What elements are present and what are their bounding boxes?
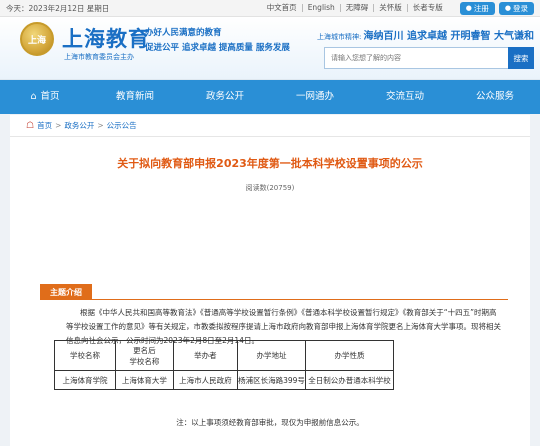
search-input[interactable] [324, 47, 508, 69]
nav-item-one-stop-service[interactable]: 一网通办 [270, 80, 360, 114]
link-care-version[interactable]: 关怀版 [373, 4, 407, 12]
city-spirit-label: 上海城市精神: [316, 33, 362, 41]
search-bar: 搜索 [324, 47, 534, 69]
footnote: 注：以上事项须经教育部审批，现仅为申报前信息公示。 [176, 418, 364, 427]
main-nav: ⌂ 首页 教育新闻 政务公开 一网通办 交流互动 公众服务 [0, 80, 540, 114]
table-header: 更名后 学校名称 [115, 340, 174, 371]
home-icon: ⌂ [30, 91, 37, 102]
header-renamed-line1: 更名后 [133, 345, 156, 355]
breadcrumb-announcements[interactable]: 公示公告 [107, 120, 137, 131]
slogan-primary: 办好人民满意的教育 [145, 28, 222, 38]
slogan-secondary: 促进公平 追求卓越 提高质量 服务发展 [145, 43, 290, 53]
table-cell: 全日制公办普通本科学校 [304, 370, 395, 390]
article-title: 关于拟向教育部申报2023年度第一批本科学校设置事项的公示 [117, 157, 423, 170]
table-row: 上海体育学院 上海体育大学 上海市人民政府 杨浦区长海路399号 全日制公办普通… [53, 370, 395, 390]
section-divider [40, 299, 508, 300]
nav-item-government-affairs[interactable]: 政务公开 [180, 80, 270, 114]
section-heading: 主题介绍 [40, 284, 92, 300]
search-button[interactable]: 搜索 [508, 47, 534, 69]
link-english[interactable]: English [301, 4, 340, 12]
register-button[interactable]: ● 注册 [459, 1, 495, 15]
school-info-table: 学校名称 更名后 学校名称 举办者 办学地址 办学性质 上海体育学院 上海体育大学… [53, 340, 395, 390]
table-cell: 杨浦区长海路399号 [237, 370, 306, 390]
user-icon: ● [465, 4, 472, 12]
lock-icon: ● [504, 4, 511, 12]
top-links: 中文首页 English 无障碍 关怀版 长者专版 [262, 4, 448, 12]
city-spirit: 上海城市精神: 海纳百川 追求卓越 开明睿智 大气谦和 [317, 27, 534, 42]
city-spirit-text: 海纳百川 追求卓越 开明睿智 大气谦和 [363, 31, 534, 42]
header-renamed-line2: 学校名称 [129, 356, 160, 366]
location-icon: ☖ [26, 120, 35, 131]
breadcrumb-separator: > [97, 121, 104, 130]
breadcrumb-home[interactable]: 首页 [37, 120, 52, 131]
current-date: 今天：2023年2月12日 星期日 [6, 3, 110, 13]
table-header: 办学性质 [304, 340, 395, 371]
nav-item-education-news[interactable]: 教育新闻 [90, 80, 180, 114]
link-accessibility[interactable]: 无障碍 [339, 4, 374, 12]
site-header: 上海 上海教育 上海市教育委员会主办 办好人民满意的教育 促进公平 追求卓越 提… [0, 17, 540, 80]
breadcrumb: ☖ 首页 > 政务公开 > 公示公告 [10, 115, 530, 137]
link-chinese-home[interactable]: 中文首页 [262, 4, 302, 12]
breadcrumb-separator: > [55, 121, 62, 130]
table-header: 学校名称 [53, 340, 117, 371]
site-title[interactable]: 上海教育 [62, 23, 150, 53]
table-header-row: 学校名称 更名后 学校名称 举办者 办学地址 办学性质 [53, 340, 395, 371]
site-subtitle: 上海市教育委员会主办 [64, 53, 134, 61]
content-card: ☖ 首页 > 政务公开 > 公示公告 关于拟向教育部申报2023年度第一批本科学… [10, 115, 530, 446]
nav-item-interaction[interactable]: 交流互动 [360, 80, 450, 114]
table-cell: 上海市人民政府 [172, 370, 239, 390]
breadcrumb-government-affairs[interactable]: 政务公开 [64, 120, 94, 131]
nav-item-home[interactable]: ⌂ 首页 [0, 80, 90, 114]
nav-item-public-service[interactable]: 公众服务 [450, 80, 540, 114]
table-cell: 上海体育学院 [53, 370, 117, 390]
table-header: 举办者 [172, 340, 239, 371]
link-elder-version[interactable]: 长者专版 [406, 4, 448, 12]
login-button[interactable]: ● 登录 [498, 1, 534, 15]
view-count: 阅读数(20759) [245, 184, 295, 192]
site-emblem-logo[interactable]: 上海 [20, 22, 54, 56]
top-utility-bar: 今天：2023年2月12日 星期日 中文首页 English 无障碍 关怀版 长… [0, 0, 540, 17]
table-header: 办学地址 [237, 340, 306, 371]
table-cell: 上海体育大学 [115, 370, 174, 390]
